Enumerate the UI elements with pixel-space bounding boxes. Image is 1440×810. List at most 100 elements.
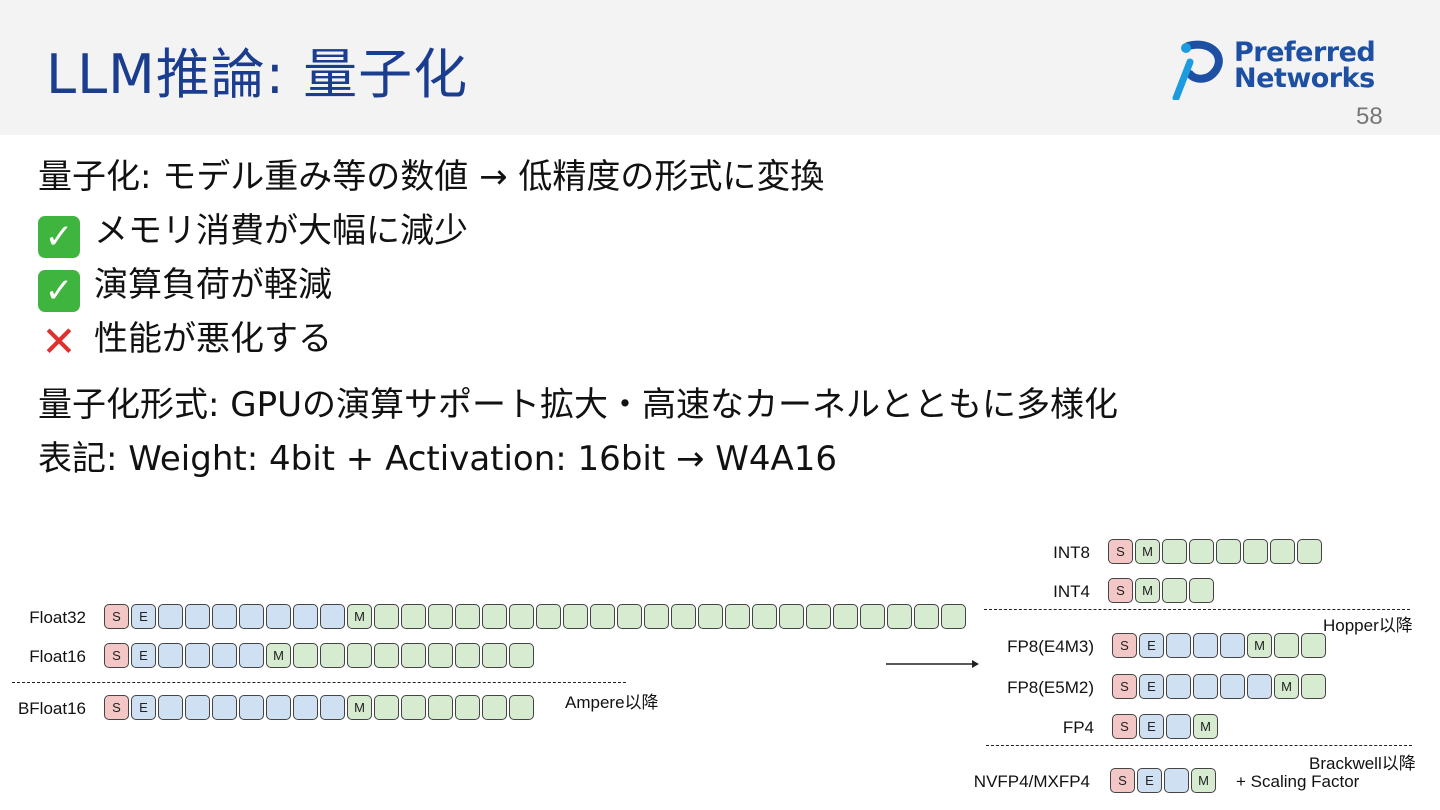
mantissa-bit (1162, 539, 1187, 564)
exponent-bit (239, 643, 264, 668)
page-number: 58 (1356, 103, 1383, 130)
mantissa-bit (590, 604, 615, 629)
mantissa-bit (509, 643, 534, 668)
scaling-factor-note: + Scaling Factor (1236, 772, 1360, 791)
body-line-text: 表記: Weight: 4bit + Activation: 16bit → W… (38, 439, 838, 479)
mantissa-bit (1270, 539, 1295, 564)
exponent-bit (293, 604, 318, 629)
exponent-bit: E (131, 643, 156, 668)
exponent-bit: E (1139, 674, 1164, 699)
exponent-bit (1166, 633, 1191, 658)
mantissa-bit (428, 643, 453, 668)
mantissa-bit: M (1247, 633, 1272, 658)
bit-row-float32: SE M (104, 604, 968, 631)
mantissa-bit (401, 604, 426, 629)
separator-blackwell (986, 745, 1412, 746)
mantissa-bit (1189, 578, 1214, 603)
header-bar: LLM推論: 量子化 Preferred Networks (0, 0, 1440, 135)
exponent-bit (1193, 674, 1218, 699)
format-label-float32: Float32 (29, 608, 86, 627)
exponent-bit (212, 604, 237, 629)
exponent-bit (266, 695, 291, 720)
arrow-icon (886, 660, 979, 668)
exponent-bit (158, 643, 183, 668)
exponent-bit (1166, 674, 1191, 699)
cross-mark-icon: ✕ (41, 317, 77, 366)
bit-row-fp8-e4m3: SE M (1112, 633, 1328, 660)
sign-bit: S (1108, 578, 1133, 603)
separator-hopper (984, 609, 1410, 610)
mantissa-bit (644, 604, 669, 629)
exponent-bit (185, 695, 210, 720)
slide-title: LLM推論: 量子化 (46, 43, 469, 106)
mantissa-bit (1297, 539, 1322, 564)
mantissa-bit: M (347, 604, 372, 629)
mantissa-bit: M (1274, 674, 1299, 699)
mantissa-bit: M (1135, 539, 1160, 564)
exponent-bit: E (131, 695, 156, 720)
mantissa-bit (509, 695, 534, 720)
logo-mark-icon (1172, 40, 1223, 100)
mantissa-bit (1216, 539, 1241, 564)
body-line-text: 性能が悪化する (94, 319, 332, 359)
exponent-bit (1220, 674, 1245, 699)
mantissa-bit (860, 604, 885, 629)
body-text: 量子化: モデル重み等の数値 → 低精度の形式に変換 ✓ メモリ消費が大幅に減少 … (38, 150, 1118, 486)
mantissa-bit (428, 604, 453, 629)
bit-row-fp8-e5m2: SE M (1112, 674, 1328, 701)
logo-wordmark: Preferred Networks (1234, 39, 1376, 92)
exponent-bit (185, 604, 210, 629)
mantissa-bit (320, 643, 345, 668)
exponent-bit (320, 604, 345, 629)
mantissa-bit (941, 604, 966, 629)
bit-row-nvfp4-mxfp4: SE M (1110, 768, 1218, 795)
check-mark-icon: ✓ (38, 270, 80, 312)
separator-label-blackwell: Brackwell以降 (1309, 754, 1416, 773)
mantissa-bit (1189, 539, 1214, 564)
mantissa-bit (401, 643, 426, 668)
exponent-bit (158, 604, 183, 629)
bit-row-bfloat16: SE M (104, 695, 536, 722)
mantissa-bit (914, 604, 939, 629)
mantissa-bit (374, 604, 399, 629)
sign-bit: S (104, 643, 129, 668)
body-line-text: 量子化形式: GPUの演算サポート拡大・高速なカーネルとともに多様化 (38, 385, 1118, 425)
body-line-3: ✓ 演算負荷が軽減 (38, 258, 1118, 312)
sign-bit: S (1108, 539, 1133, 564)
separator-ampere (12, 682, 626, 683)
company-logo: Preferred Networks (1168, 39, 1418, 100)
sign-bit: S (1110, 768, 1135, 793)
exponent-bit: E (131, 604, 156, 629)
exponent-bit (320, 695, 345, 720)
sign-bit: S (1112, 633, 1137, 658)
exponent-bit (266, 604, 291, 629)
exponent-bit (1164, 768, 1189, 793)
sign-bit: S (104, 695, 129, 720)
format-label-int8: INT8 (1053, 543, 1090, 562)
mantissa-bit (455, 695, 480, 720)
body-line-text: 量子化: モデル重み等の数値 → 低精度の形式に変換 (38, 157, 825, 197)
mantissa-bit (482, 643, 507, 668)
mantissa-bit (482, 604, 507, 629)
mantissa-bit (509, 604, 534, 629)
mantissa-bit (752, 604, 777, 629)
mantissa-bit (887, 604, 912, 629)
mantissa-bit (1162, 578, 1187, 603)
body-line-text: メモリ消費が大幅に減少 (94, 211, 468, 251)
sign-bit: S (104, 604, 129, 629)
bit-row-float16: SE M (104, 643, 536, 670)
mantissa-bit (401, 695, 426, 720)
exponent-bit (158, 695, 183, 720)
mantissa-bit (779, 604, 804, 629)
mantissa-bit (536, 604, 561, 629)
exponent-bit (1247, 674, 1272, 699)
mantissa-bit (1274, 633, 1299, 658)
exponent-bit (1220, 633, 1245, 658)
format-label-fp8-e4m3: FP8(E4M3) (1007, 637, 1094, 656)
separator-label-hopper: Hopper以降 (1323, 616, 1413, 635)
sign-bit: S (1112, 714, 1137, 739)
mantissa-bit (482, 695, 507, 720)
mantissa-bit (698, 604, 723, 629)
mantissa-bit (455, 643, 480, 668)
exponent-bit (212, 695, 237, 720)
